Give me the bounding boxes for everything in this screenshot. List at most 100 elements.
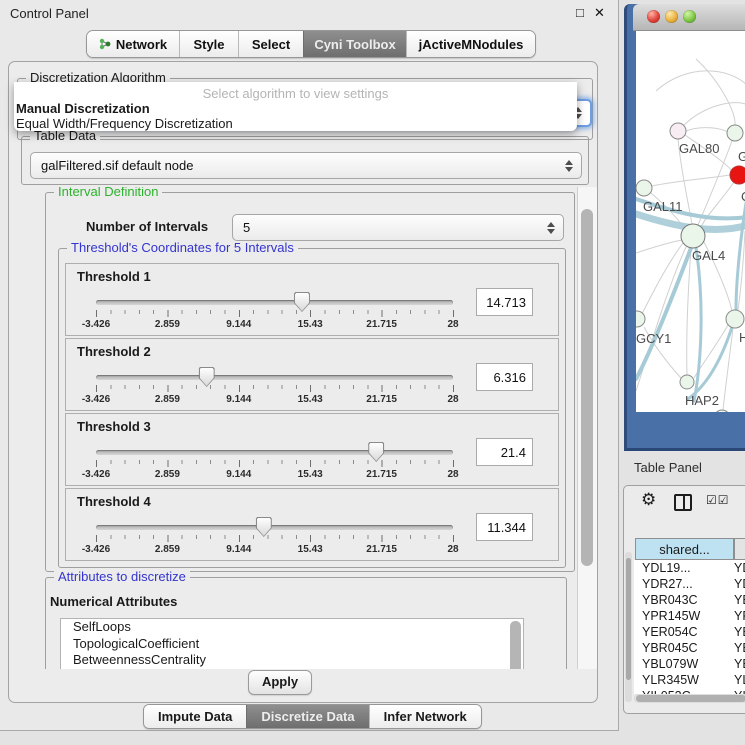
- tab-jactivemnodules[interactable]: jActiveMNodules: [406, 31, 535, 57]
- column-header-name[interactable]: na: [734, 538, 745, 560]
- threshold-4-value-field[interactable]: [476, 513, 533, 541]
- window-title: Control Panel: [10, 6, 89, 21]
- list-vertical-scrollbar[interactable]: [510, 621, 521, 669]
- node-gal11[interactable]: [636, 180, 652, 196]
- node-label-h-clipped: H: [739, 330, 745, 345]
- node-h[interactable]: [726, 310, 744, 328]
- number-of-intervals-combobox[interactable]: 5: [232, 214, 564, 241]
- table-row[interactable]: YBL079WYBL0: [634, 656, 745, 672]
- attributes-group-title: Attributes to discretize: [54, 570, 190, 584]
- network-canvas[interactable]: GAL80 G C GAL11 GAL4 GCY1 H HAP2: [636, 31, 745, 412]
- popup-option-equal-width-frequency[interactable]: Equal Width/Frequency Discretization: [16, 116, 233, 131]
- threshold-3-panel: Threshold 3 -3.4262.8599.14415.4321.7152…: [65, 413, 559, 486]
- slider-thumb[interactable]: [256, 517, 272, 537]
- settings-scroll-area: Interval Definition Number of Intervals …: [19, 187, 577, 669]
- scrollbar-thumb[interactable]: [581, 209, 593, 566]
- column-header-shared[interactable]: shared...: [635, 538, 734, 560]
- table-row[interactable]: YLR345WYLR3: [634, 672, 745, 688]
- table-panel: ⚙ ☑☑ shared... na YDL19...YDL1 YDR27...Y…: [623, 485, 745, 714]
- slider-track[interactable]: [96, 375, 453, 380]
- table-row[interactable]: YDR27...YDR2: [634, 576, 745, 592]
- network-graph: GAL80 G C GAL11 GAL4 GCY1 H HAP2: [636, 31, 745, 412]
- node-hap2[interactable]: [680, 375, 694, 389]
- tab-infer-network-label: Infer Network: [384, 709, 467, 724]
- threshold-3-value-field[interactable]: [476, 438, 533, 466]
- table-data-combobox[interactable]: galFiltered.sif default node: [30, 152, 582, 179]
- list-item[interactable]: TopologicalCoefficient: [61, 636, 523, 653]
- node-label-g-clipped: G: [738, 149, 745, 164]
- threshold-2-panel: Threshold 2 -3.4262.8599.14415.4321.7152…: [65, 338, 559, 411]
- list-item[interactable]: SelfLoops: [61, 619, 523, 636]
- tab-select[interactable]: Select: [238, 31, 303, 57]
- node-gal4[interactable]: [681, 224, 705, 248]
- slider-track[interactable]: [96, 450, 453, 455]
- table-data-group: Table Data galFiltered.sif default node: [21, 136, 589, 185]
- network-node-labels: GAL80 G C GAL11 GAL4 GCY1 H HAP2: [636, 141, 745, 408]
- popup-option-manual-discretization[interactable]: Manual Discretization: [16, 101, 150, 116]
- apply-button[interactable]: Apply: [248, 670, 312, 695]
- threshold-1-slider[interactable]: -3.4262.8599.14415.4321.71528: [96, 288, 453, 330]
- table-vertical-scrollbar[interactable]: [625, 552, 632, 702]
- table-row[interactable]: YDL19...YDL1: [634, 560, 745, 576]
- close-traffic-light-icon[interactable]: [647, 10, 660, 23]
- top-tab-bar: Network Style Select Cyni Toolbox jActiv…: [86, 30, 536, 58]
- slider-track[interactable]: [96, 525, 453, 530]
- tab-impute-data-label: Impute Data: [158, 709, 232, 724]
- cyni-toolbox-panel: Discretization Algorithm Table Data galF…: [8, 61, 598, 703]
- scrollbar-thumb[interactable]: [636, 695, 745, 702]
- tab-discretize-data[interactable]: Discretize Data: [246, 705, 368, 728]
- node-label-c-clipped: C: [741, 189, 745, 204]
- tab-infer-network[interactable]: Infer Network: [369, 705, 481, 728]
- table-row[interactable]: YBR045CYBR0: [634, 640, 745, 656]
- number-of-intervals-value: 5: [233, 220, 546, 235]
- threshold-2-value-field[interactable]: [476, 363, 533, 391]
- number-of-intervals-label: Number of Intervals: [86, 219, 208, 234]
- scrollbar-thumb[interactable]: [626, 558, 631, 680]
- threshold-4-slider[interactable]: -3.4262.8599.14415.4321.71528: [96, 513, 453, 555]
- tab-impute-data[interactable]: Impute Data: [144, 705, 246, 728]
- slider-thumb[interactable]: [294, 292, 310, 312]
- slider-track[interactable]: [96, 300, 453, 305]
- threshold-3-slider[interactable]: -3.4262.8599.14415.4321.71528: [96, 438, 453, 480]
- zoom-traffic-light-icon[interactable]: [683, 10, 696, 23]
- tab-cyni-toolbox[interactable]: Cyni Toolbox: [303, 31, 406, 57]
- float-window-icon[interactable]: □: [576, 5, 584, 20]
- close-icon[interactable]: ✕: [594, 5, 605, 21]
- gear-icon[interactable]: ⚙: [641, 490, 656, 510]
- table-panel-title: Table Panel: [634, 460, 702, 475]
- threshold-4-panel: Threshold 4 -3.4262.8599.14415.4321.7152…: [65, 488, 559, 561]
- table-row[interactable]: YER054CYER0: [634, 624, 745, 640]
- threshold-coordinates-group: Threshold's Coordinates for 5 Intervals …: [58, 248, 566, 568]
- slider-major-ticks: [96, 535, 454, 542]
- threshold-coordinates-title: Threshold's Coordinates for 5 Intervals: [67, 241, 298, 255]
- column-split-icon[interactable]: [674, 494, 692, 511]
- tab-style[interactable]: Style: [179, 31, 238, 57]
- checkbox-icons[interactable]: ☑☑: [706, 493, 730, 507]
- table-row[interactable]: YPR145WYPR1: [634, 608, 745, 624]
- tab-style-label: Style: [193, 37, 224, 52]
- slider-major-ticks: [96, 385, 454, 392]
- tab-network-label: Network: [116, 37, 167, 52]
- table-row[interactable]: YBR043CYBR0: [634, 592, 745, 608]
- threshold-2-slider[interactable]: -3.4262.8599.14415.4321.71528: [96, 363, 453, 405]
- node-top-right[interactable]: [727, 125, 743, 141]
- node-red-selected[interactable]: [730, 166, 745, 184]
- node-label-gal11: GAL11: [643, 199, 683, 214]
- tab-select-label: Select: [252, 37, 290, 52]
- network-window-titlebar[interactable]: [633, 4, 745, 31]
- panel-vertical-scrollbar[interactable]: [577, 187, 597, 669]
- tab-jactivemnodules-label: jActiveMNodules: [419, 37, 524, 52]
- node-bottom[interactable]: [714, 410, 730, 412]
- slider-thumb[interactable]: [199, 367, 215, 387]
- node-pink[interactable]: [670, 123, 686, 139]
- table-horizontal-scrollbar[interactable]: [634, 694, 745, 703]
- slider-thumb[interactable]: [368, 442, 384, 462]
- threshold-1-panel: Threshold 1 -3.4262.8599.14415.4321.7152…: [65, 263, 559, 336]
- list-item[interactable]: BetweennessCentrality: [61, 652, 523, 669]
- threshold-1-value-field[interactable]: [476, 288, 533, 316]
- node-gcy1[interactable]: [636, 311, 645, 327]
- algorithm-popup-prompt: Select algorithm to view settings: [14, 86, 577, 101]
- minimize-traffic-light-icon[interactable]: [665, 10, 678, 23]
- network-nodes: [636, 123, 745, 412]
- tab-network[interactable]: Network: [87, 31, 179, 57]
